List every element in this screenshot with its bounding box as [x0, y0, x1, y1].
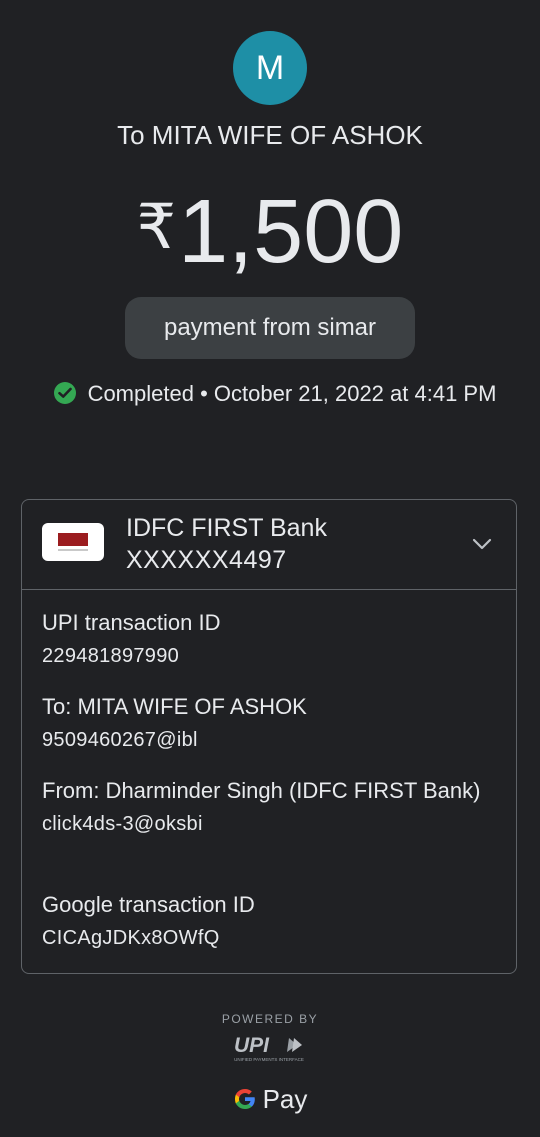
- status-text: Completed: [87, 381, 194, 406]
- google-pay-logo: Pay: [0, 1082, 540, 1116]
- status-separator: •: [200, 381, 208, 406]
- payment-amount: ₹1,500: [0, 178, 540, 282]
- chevron-down-icon[interactable]: [471, 533, 493, 555]
- detail-label: To: MITA WIFE OF ASHOK: [42, 694, 307, 719]
- upi-tagline: UNIFIED PAYMENTS INTERFACE: [234, 1057, 304, 1062]
- avatar: M: [233, 31, 307, 105]
- detail-value[interactable]: click4ds-3@oksbi: [42, 810, 492, 838]
- transaction-datetime: October 21, 2022 at 4:41 PM: [213, 381, 497, 406]
- detail-value[interactable]: 9509460267@ibl: [42, 726, 492, 754]
- google-transaction-id: Google transaction ID CICAgJDKx8OWfQ: [42, 890, 492, 952]
- amount-value: 1,500: [178, 182, 404, 282]
- currency-symbol: ₹: [136, 193, 177, 262]
- transaction-details-card: IDFC FIRST Bank XXXXXX4497 UPI transacti…: [21, 499, 517, 974]
- check-circle-icon: [53, 382, 76, 404]
- status-row: Completed • October 21, 2022 at 4:41 PM: [40, 380, 510, 408]
- upi-transaction-id: UPI transaction ID 229481897990: [42, 608, 492, 670]
- recipient-vpa: To: MITA WIFE OF ASHOK 9509460267@ibl: [42, 692, 492, 754]
- payment-note: payment from simar: [125, 297, 415, 359]
- bank-account-number: XXXXXX4497: [126, 546, 287, 574]
- bank-account-header[interactable]: IDFC FIRST Bank XXXXXX4497: [22, 500, 516, 590]
- upi-logo-text: UPI: [234, 1034, 270, 1057]
- detail-label: Google transaction ID: [42, 892, 255, 917]
- detail-label: From: Dharminder Singh (IDFC FIRST Bank): [42, 778, 481, 803]
- sender-vpa: From: Dharminder Singh (IDFC FIRST Bank)…: [42, 776, 492, 838]
- detail-value[interactable]: CICAgJDKx8OWfQ: [42, 924, 492, 952]
- bank-name: IDFC FIRST Bank: [126, 514, 327, 542]
- upi-logo: UPI UNIFIED PAYMENTS INTERFACE: [234, 1034, 304, 1062]
- recipient-title: To MITA WIFE OF ASHOK: [117, 120, 423, 150]
- detail-label: UPI transaction ID: [42, 610, 221, 635]
- pay-label: Pay: [262, 1084, 308, 1114]
- powered-by-label: POWERED BY: [221, 1012, 319, 1026]
- google-g-icon: [234, 1089, 255, 1109]
- idfc-bank-logo: [42, 523, 104, 561]
- detail-value[interactable]: 229481897990: [42, 642, 492, 670]
